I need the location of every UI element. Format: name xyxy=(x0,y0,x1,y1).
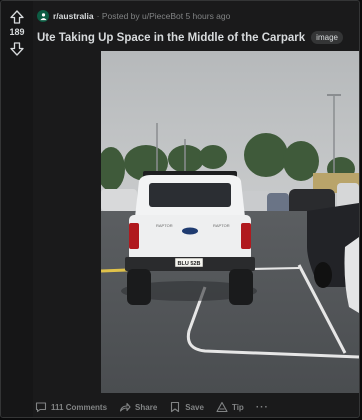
save-button[interactable]: Save xyxy=(169,401,204,413)
post-byline: · Posted by u/PieceBot 5 hours ago xyxy=(96,11,231,21)
post-card[interactable]: 189 r/australia · Posted by u/PieceBot 5… xyxy=(0,0,360,418)
share-button[interactable]: Share xyxy=(119,401,157,413)
carpark-photo: RAPTOR RAPTOR BLU 52B xyxy=(101,51,359,393)
post-title-row: Ute Taking Up Space in the Middle of the… xyxy=(37,31,353,44)
tip-label: Tip xyxy=(231,402,244,412)
post-flair[interactable]: image xyxy=(311,31,343,44)
comment-icon xyxy=(35,402,47,413)
tip-button[interactable]: Tip xyxy=(216,401,244,413)
vote-score: 189 xyxy=(9,27,25,37)
subreddit-link[interactable]: r/australia xyxy=(53,11,94,21)
post-image[interactable]: RAPTOR RAPTOR BLU 52B xyxy=(101,51,359,393)
upvote-arrow-icon[interactable] xyxy=(10,10,24,24)
share-icon xyxy=(119,402,131,412)
subreddit-icon[interactable] xyxy=(37,10,49,22)
post-title[interactable]: Ute Taking Up Space in the Middle of the… xyxy=(37,32,305,44)
tip-icon xyxy=(216,401,228,413)
svg-text:RAPTOR: RAPTOR xyxy=(156,223,173,228)
more-options-button[interactable]: ··· xyxy=(256,402,269,413)
save-label: Save xyxy=(185,402,204,412)
svg-text:RAPTOR: RAPTOR xyxy=(213,223,230,228)
post-meta: r/australia · Posted by u/PieceBot 5 hou… xyxy=(37,9,230,23)
comments-button[interactable]: 111 Comments xyxy=(35,401,107,413)
post-actions: 111 Comments Share Save Tip ··· xyxy=(35,399,281,415)
share-label: Share xyxy=(135,402,158,412)
license-plate: BLU 52B xyxy=(178,261,201,267)
bookmark-icon xyxy=(171,401,180,413)
comments-label: 111 Comments xyxy=(51,402,108,412)
vote-column: 189 xyxy=(1,1,33,417)
downvote-arrow-icon[interactable] xyxy=(10,42,24,56)
